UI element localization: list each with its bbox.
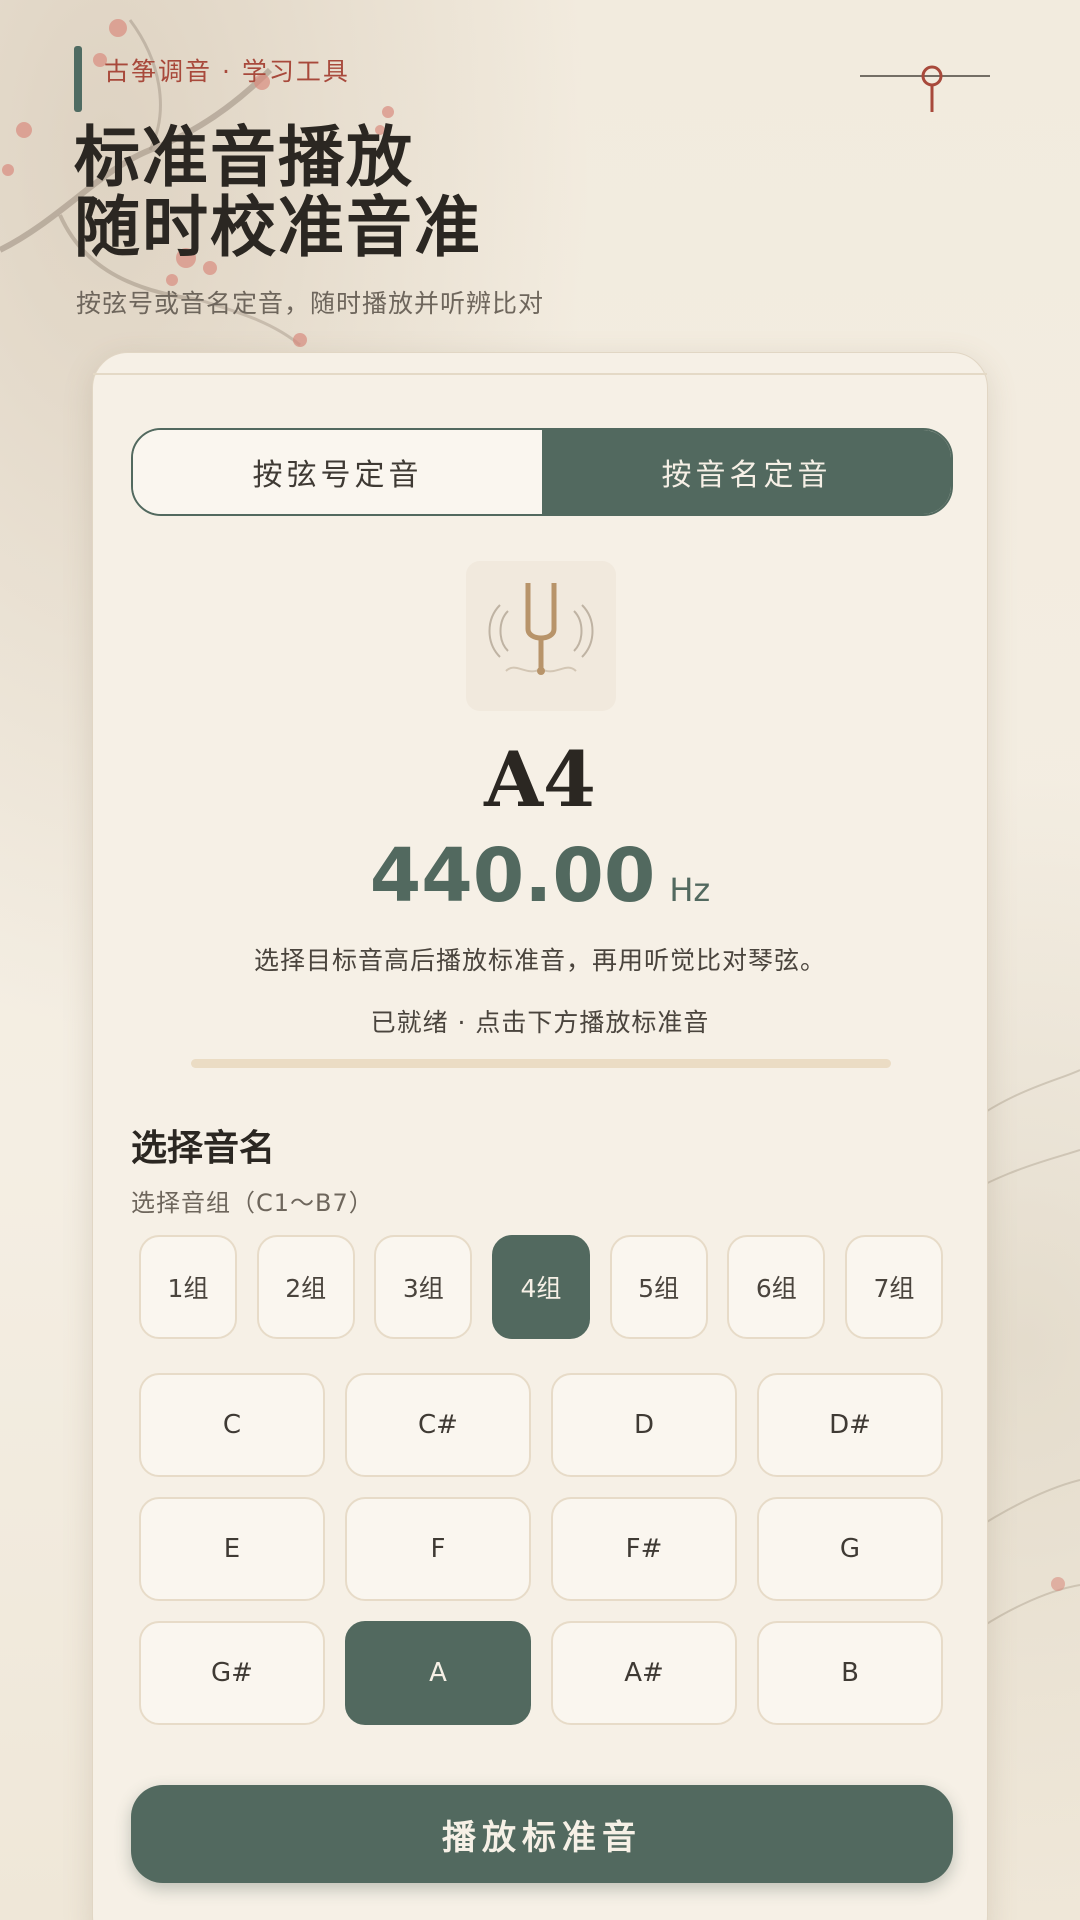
mode-switch: 按弦号定音 按音名定音 — [131, 428, 953, 516]
frequency-value: 440.00 — [369, 833, 656, 919]
note-button[interactable]: B — [757, 1621, 943, 1725]
note-button[interactable]: A — [345, 1621, 531, 1725]
octave-button[interactable]: 4组 — [491, 1235, 590, 1339]
title-line-2: 随时校准音准 — [74, 188, 482, 266]
tab-by-string[interactable]: 按弦号定音 — [133, 430, 542, 514]
status-text: 已就绪 · 点击下方播放标准音 — [370, 1008, 710, 1037]
accent-bar — [74, 46, 82, 112]
tuning-fork-icon — [466, 561, 616, 711]
card-divider — [93, 373, 987, 375]
note-button[interactable]: G — [757, 1497, 943, 1601]
page-title: 标准音播放 随时校准音准 — [74, 122, 482, 262]
octave-button[interactable]: 6组 — [727, 1235, 826, 1339]
frequency-unit: Hz — [669, 871, 711, 909]
title-line-1: 标准音播放 — [74, 118, 414, 196]
octave-label: 选择音组（C1～B7） — [131, 1189, 374, 1217]
frequency-display: 440.00 Hz — [93, 833, 987, 919]
note-selector: C C# D D# E F F# G G# A A# B — [139, 1373, 943, 1725]
note-button[interactable]: C# — [345, 1373, 531, 1477]
octave-button[interactable]: 7组 — [844, 1235, 943, 1339]
section-title: 选择音名 — [131, 1127, 276, 1169]
note-button[interactable]: A# — [551, 1621, 737, 1725]
page-subtitle: 按弦号或音名定音，随时播放并听辨比对 — [76, 289, 545, 318]
note-button[interactable]: F — [345, 1497, 531, 1601]
tab-by-note[interactable]: 按音名定音 — [542, 430, 951, 514]
note-button[interactable]: E — [139, 1497, 325, 1601]
play-button[interactable]: 播放标准音 — [131, 1785, 953, 1883]
note-button[interactable]: C — [139, 1373, 325, 1477]
octave-button[interactable]: 3组 — [374, 1235, 473, 1339]
octave-button[interactable]: 5组 — [609, 1235, 708, 1339]
octave-button[interactable]: 1组 — [139, 1235, 237, 1339]
note-button[interactable]: D# — [757, 1373, 943, 1477]
note-button[interactable]: F# — [551, 1497, 737, 1601]
tuner-card: 按弦号定音 按音名定音 A4 440.00 Hz 选择目标音高后播放标准音，再用听… — [92, 352, 988, 1920]
octave-selector: 1组 2组 3组 4组 5组 6组 7组 — [139, 1235, 943, 1339]
octave-button[interactable]: 2组 — [256, 1235, 355, 1339]
tuning-hint: 选择目标音高后播放标准音，再用听觉比对琴弦。 — [253, 946, 826, 975]
note-button[interactable]: G# — [139, 1621, 325, 1725]
app-tag: 古筝调音 · 学习工具 — [104, 57, 350, 86]
playback-progress — [191, 1059, 891, 1068]
pendant-icon — [860, 65, 990, 112]
note-display: A4 — [484, 735, 596, 824]
note-button[interactable]: D — [551, 1373, 737, 1477]
